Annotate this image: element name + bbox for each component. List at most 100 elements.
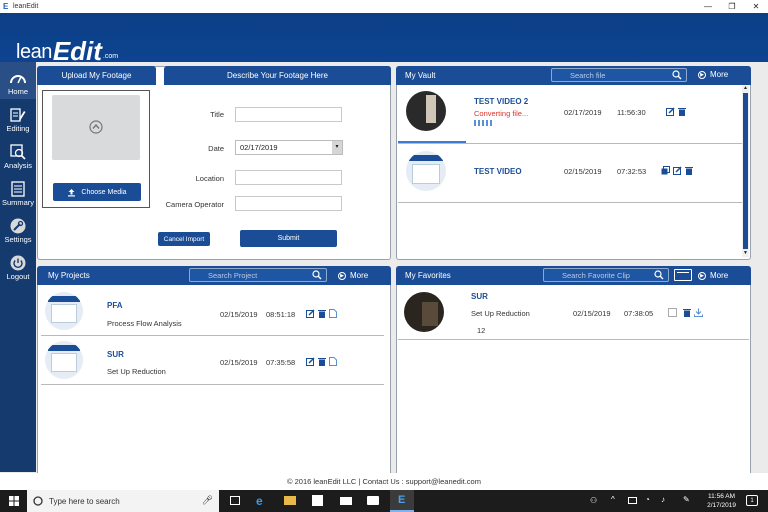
battery-icon[interactable]	[628, 497, 637, 504]
document-icon[interactable]	[329, 309, 337, 318]
clip-thumbnail[interactable]	[404, 292, 444, 332]
people-icon[interactable]: ⚇	[590, 496, 597, 505]
nav-label-analysis: Analysis	[4, 161, 32, 170]
edit-icon[interactable]	[306, 309, 315, 318]
tab-describe-footage[interactable]: Describe Your Footage Here	[164, 66, 391, 85]
restore-button[interactable]: ❐	[720, 0, 744, 13]
project-actions	[306, 309, 337, 318]
arrow-right-icon: ▶	[698, 271, 706, 280]
search-icon	[672, 70, 682, 80]
nav-item-summary[interactable]: Summary	[0, 173, 36, 210]
project-code[interactable]: SUR	[107, 350, 124, 359]
vault-divider	[398, 143, 742, 144]
edit-icon[interactable]	[306, 357, 315, 366]
pen-icon[interactable]: ✎	[683, 495, 690, 504]
minimize-button[interactable]: —	[696, 0, 720, 13]
favorite-actions	[683, 308, 703, 317]
mail-icon[interactable]	[340, 497, 352, 505]
tab-upload-footage[interactable]: Upload My Footage	[37, 66, 156, 85]
nav-label-logout: Logout	[6, 272, 30, 281]
vault-item-title[interactable]: TEST VIDEO 2	[474, 97, 528, 106]
nav-label-summary: Summary	[1, 198, 35, 207]
trash-icon[interactable]	[318, 357, 326, 366]
edge-icon[interactable]: e	[256, 494, 263, 508]
cancel-import-button[interactable]: Cancel Import	[158, 232, 210, 246]
microphone-icon[interactable]: 🎤︎	[202, 495, 213, 506]
favorite-name: Set Up Reduction	[471, 309, 530, 318]
camera-operator-input[interactable]	[235, 196, 342, 211]
project-search-input[interactable]: Search Project	[189, 268, 327, 282]
store-icon[interactable]	[312, 495, 323, 506]
vault-divider	[398, 202, 742, 203]
scroll-down-icon[interactable]: ▼	[743, 250, 748, 256]
clock-date: 2/17/2019	[707, 502, 736, 509]
project-thumbnail[interactable]	[45, 341, 83, 379]
copy-icon[interactable]	[661, 166, 670, 175]
favorite-search-placeholder: Search Favorite Clip	[562, 270, 630, 280]
leanedit-logo: lean Edit .com	[16, 36, 119, 66]
trash-icon[interactable]	[318, 309, 326, 318]
vault-item-title[interactable]: TEST VIDEO	[474, 167, 522, 176]
notification-icon[interactable]: 1	[746, 495, 758, 506]
document-icon[interactable]	[329, 357, 337, 366]
date-picker[interactable]: 02/17/2019 ▾	[235, 140, 343, 155]
nav-item-logout[interactable]: Logout	[0, 247, 36, 284]
wrench-icon	[10, 218, 26, 234]
nav-item-editing[interactable]: Editing	[0, 99, 36, 136]
window-title: leanEdit	[13, 3, 39, 10]
projects-more-label: More	[350, 271, 369, 280]
nav-item-analysis[interactable]: Analysis	[0, 136, 36, 173]
network-icon[interactable]: ◔	[645, 495, 650, 504]
favorites-more-button[interactable]: ▶ More	[698, 271, 728, 280]
nav-item-settings[interactable]: Settings	[0, 210, 36, 247]
camera-icon[interactable]	[367, 496, 379, 505]
title-input[interactable]	[235, 107, 342, 122]
choose-media-button[interactable]: Choose Media	[53, 183, 141, 201]
project-thumbnail[interactable]	[45, 292, 83, 330]
task-view-icon[interactable]	[230, 496, 240, 505]
chevron-up-icon[interactable]: ^	[611, 495, 615, 504]
scrollbar-thumb[interactable]	[743, 93, 748, 249]
project-time: 07:35:58	[266, 358, 296, 367]
leanedit-taskbar-app[interactable]: E	[390, 490, 414, 512]
trash-icon[interactable]	[683, 308, 691, 317]
favorite-search-input[interactable]: Search Favorite Clip	[543, 268, 669, 282]
trash-icon[interactable]	[685, 166, 693, 175]
project-date: 02/15/2019	[220, 358, 258, 367]
video-thumbnail[interactable]	[406, 91, 446, 131]
trash-icon[interactable]	[678, 107, 686, 116]
project-code[interactable]: PFA	[107, 301, 123, 310]
vault-more-label: More	[710, 70, 729, 79]
taskbar-search-input[interactable]: Type here to search 🎤︎	[27, 490, 219, 512]
favorite-code[interactable]: SUR	[471, 292, 488, 301]
volume-icon[interactable]: ♪	[661, 495, 665, 504]
download-icon[interactable]	[694, 308, 703, 317]
summary-icon	[10, 181, 26, 197]
progress-fill	[474, 120, 493, 126]
vault-item-actions	[661, 166, 693, 175]
windows-start-icon[interactable]	[9, 496, 19, 506]
nav-item-home[interactable]: Home	[0, 62, 36, 99]
projects-more-button[interactable]: ▶ More	[338, 271, 368, 280]
edit-icon[interactable]	[673, 166, 682, 175]
close-button[interactable]: ✕	[744, 0, 768, 13]
favorite-checkbox[interactable]	[668, 308, 677, 317]
location-input[interactable]	[235, 170, 342, 185]
media-drop-area[interactable]: Choose Media	[42, 90, 150, 208]
submit-button[interactable]: Submit	[240, 230, 337, 247]
edit-icon[interactable]	[666, 107, 675, 116]
file-explorer-icon[interactable]	[284, 496, 296, 505]
arrow-right-icon: ▶	[698, 70, 706, 79]
screen-icon[interactable]	[674, 269, 692, 281]
vault-search-input[interactable]: Search file	[551, 68, 687, 82]
video-thumbnail[interactable]	[406, 151, 446, 191]
chevron-down-icon[interactable]: ▾	[332, 141, 342, 154]
conversion-progress-bar	[474, 120, 516, 126]
vault-title: My Vault	[405, 71, 436, 80]
search-icon	[312, 270, 322, 280]
vault-scrollbar[interactable]: ▲ ▼	[742, 85, 749, 257]
app-footer: © 2016 leanEdit LLC | Contact Us : suppo…	[0, 473, 768, 490]
taskbar-clock[interactable]: 11:56 AM 2/17/2019	[707, 492, 736, 510]
vault-more-button[interactable]: ▶ More	[698, 70, 728, 79]
scroll-up-icon[interactable]: ▲	[743, 85, 748, 91]
